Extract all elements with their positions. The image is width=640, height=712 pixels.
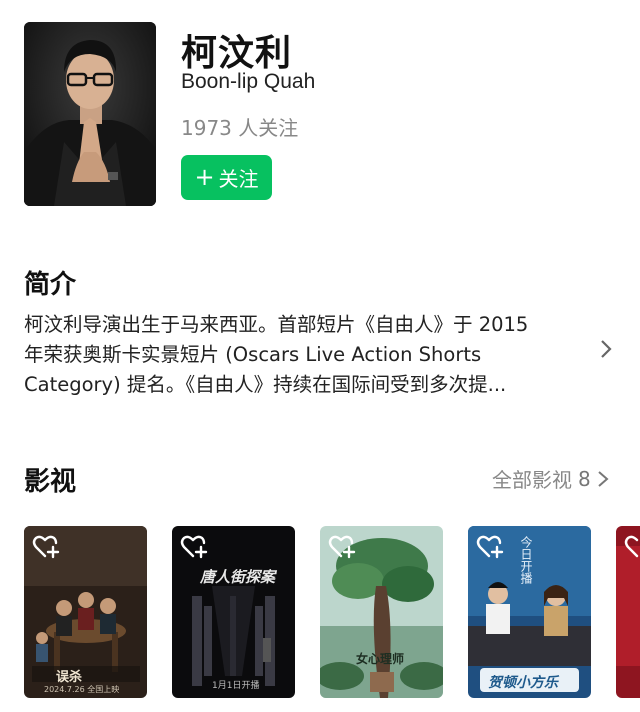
intro-heading: 简介 [24,270,77,300]
plus-icon: + [194,162,215,191]
works-heading: 影视 [24,467,77,497]
poster-card[interactable]: 唐人街探案 1月1日开播 [172,526,295,698]
follow-label: 关注 [218,167,259,191]
poster-card[interactable]: 今日开播 贺顿小方乐 [468,526,591,698]
poster-date: 2024.7.26 全国上映 [44,685,120,694]
favorite-add-icon[interactable] [328,534,356,560]
poster-card[interactable]: 女心理师 [320,526,443,698]
person-name: 柯汶利 [181,33,293,74]
intro-line: 年荣获奥斯卡实景短片 (Oscars Live Action Shorts [24,343,482,366]
favorite-add-icon[interactable] [624,534,640,560]
director-photo [24,22,156,206]
poster-title: 误杀 [56,670,83,685]
poster-title: 女心理师 [356,652,405,666]
all-works-label: 全部影视 [492,468,572,492]
chevron-right-icon [598,470,609,487]
poster-card[interactable]: 误杀 2024.7.26 全国上映 [24,526,147,698]
intro-text[interactable]: 柯汶利导演出生于马来西亚。首部短片《自由人》于 2015 年荣获奥斯卡实景短片 … [24,310,594,400]
favorite-add-icon[interactable] [476,534,504,560]
chevron-right-icon[interactable] [598,338,614,360]
poster-date: 今日开播 [519,536,533,584]
intro-line: 柯汶利导演出生于马来西亚。首部短片《自由人》于 2015 [24,313,529,336]
follow-button[interactable]: + 关注 [181,155,272,200]
person-english-name: Boon-lip Quah [181,70,316,93]
follower-count: 1973 人关注 [181,116,299,140]
intro-line: Category) 提名。《自由人》持续在国际间受到多次提... [24,373,507,396]
poster-title: 贺顿小方乐 [488,675,558,691]
favorite-add-icon[interactable] [32,534,60,560]
poster-date: 1月1日开播 [212,681,260,691]
poster-card[interactable] [616,526,640,698]
poster-title: 唐人街探案 [200,568,276,586]
favorite-add-icon[interactable] [180,534,208,560]
works-count: 8 [578,466,591,491]
all-works-link[interactable]: 全部影视 8 [492,464,609,493]
